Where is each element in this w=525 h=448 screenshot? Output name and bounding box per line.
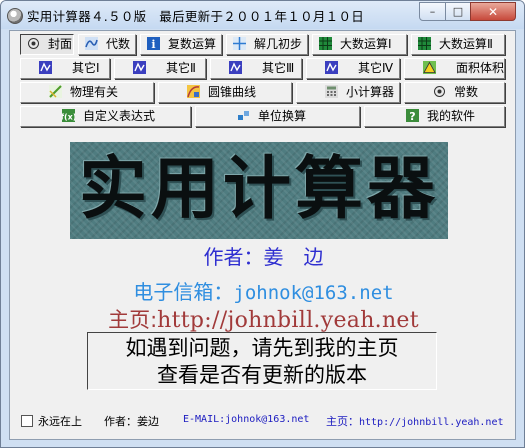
client-area: 封面 代数 i 复数运算 解几初步 大数运算Ⅰ 大数运算Ⅱ 其它Ⅰ 其它Ⅱ 其它Ⅲ 其它Ⅳ 面积体积物… (9, 30, 516, 440)
toolbar-button[interactable]: 大数运算Ⅰ (312, 34, 407, 55)
gear-icon (27, 37, 42, 52)
toolbar-button[interactable]: 小计算器 (296, 82, 400, 103)
email-line: 电子信箱：johnok@163.net (10, 276, 517, 305)
grid-icon (418, 37, 433, 52)
toolbar-button-label: 大数运算Ⅱ (439, 37, 493, 51)
grid-icon (319, 37, 334, 52)
curve-icon (187, 85, 202, 100)
toolbar-button-label: 单位换算 (258, 109, 307, 123)
triangle-icon (423, 61, 438, 76)
toolbar-button[interactable]: 代数 (78, 34, 136, 55)
title-bar[interactable]: 实用计算器４.５０版 最后更新于２００１年１０月１０日 – □ ✕ (1, 1, 524, 29)
fx-icon: f(x) (61, 109, 77, 124)
svg-text:?: ? (409, 110, 415, 122)
footer-homepage[interactable]: 主页：http://johnbill.yeah.net (326, 413, 504, 429)
homepage-url[interactable]: http://johnbill.yeah.net (157, 308, 419, 333)
help-icon: ? (406, 109, 421, 124)
toolbar-button[interactable]: 其它Ⅰ (20, 58, 110, 79)
title-banner: 实用计算器 (70, 142, 448, 239)
email-label: 电子信箱： (133, 280, 234, 304)
author-line: 作者：姜 边 (203, 245, 324, 269)
toolbar-button-label: 大数运算Ⅰ (340, 37, 392, 51)
toolbar-button[interactable]: i 复数运算 (140, 34, 222, 55)
homepage-line: 主页:http://johnbill.yeah.net (10, 304, 517, 334)
calculator-icon (325, 85, 340, 100)
puzzle-icon (133, 61, 148, 76)
axes-icon (233, 37, 248, 52)
physics-icon (49, 85, 64, 100)
svg-text:i: i (151, 38, 155, 50)
cubes-icon (237, 109, 252, 124)
toolbar-button[interactable]: 大数运算Ⅱ (411, 34, 505, 55)
toolbar-button-label: 圆锥曲线 (208, 85, 257, 99)
app-icon[interactable] (7, 8, 23, 24)
toolbar-button[interactable]: 单位换算 (195, 106, 360, 127)
toolbar-button-label: 小计算器 (346, 85, 395, 99)
always-on-top-checkbox[interactable] (21, 415, 33, 427)
toolbar-button-label: 其它Ⅱ (166, 61, 196, 75)
puzzle-icon (325, 61, 340, 76)
toolbar-button-label: 封面 (48, 37, 73, 51)
toolbar-button[interactable]: 其它Ⅲ (210, 58, 302, 79)
maximize-button[interactable]: □ (445, 2, 471, 21)
notice-line-1: 如遇到问题，请先到我的主页 (125, 336, 399, 360)
minimize-button[interactable]: – (419, 2, 446, 21)
toolbar-button-label: 其它Ⅰ (72, 61, 100, 75)
toolbar-button-label: 面积体积 (456, 61, 505, 75)
toolbar-button-label: 代数 (106, 37, 131, 51)
toolbar-button-label: 自定义表达式 (83, 109, 156, 123)
toolbar-button-label: 我的软件 (427, 109, 476, 123)
notice-box: 如遇到问题，请先到我的主页 查看是否有更新的版本 (87, 332, 437, 390)
footer-author: 作者：姜边 (104, 415, 159, 428)
toolbar-button[interactable]: 圆锥曲线 (158, 82, 292, 103)
toolbar-button-label: 常数 (454, 85, 479, 99)
toolbar-button-label: 其它Ⅲ (262, 61, 295, 75)
toolbar-button[interactable]: 常数 (404, 82, 505, 103)
toolbar-button[interactable]: 物理有关 (20, 82, 154, 103)
toolbar-button-label: 解几初步 (254, 37, 303, 51)
toolbar-button[interactable]: f(x) 自定义表达式 (20, 106, 191, 127)
info-icon: i (147, 37, 162, 52)
toolbar-button[interactable]: 面积体积 (404, 58, 505, 79)
toolbar-button[interactable]: 其它Ⅱ (114, 58, 206, 79)
svg-text:f(x): f(x) (62, 113, 75, 122)
toolbar-button[interactable]: ? 我的软件 (364, 106, 505, 127)
function-icon (85, 37, 100, 52)
puzzle-icon (39, 61, 54, 76)
toolbar-button-label: 其它Ⅳ (358, 61, 394, 75)
window-title: 实用计算器４.５０版 最后更新于２００１年１０月１０日 (27, 9, 365, 24)
gear-icon (433, 85, 448, 100)
app-window: 实用计算器４.５０版 最后更新于２００１年１０月１０日 – □ ✕ 封面 代数 i 复… (0, 0, 525, 448)
banner-title: 实用计算器 (78, 150, 439, 229)
status-footer: 永远在上 作者：姜边 E-MAIL:johnok@163.net 主页：http… (10, 411, 517, 433)
footer-email[interactable]: E-MAIL:johnok@163.net (183, 414, 309, 425)
toolbar-button-label: 复数运算 (168, 37, 217, 51)
toolbar-button[interactable]: 解几初步 (226, 34, 308, 55)
email-address[interactable]: johnok@163.net (233, 282, 393, 304)
footer-homepage-url[interactable]: http://johnbill.yeah.net (359, 417, 504, 428)
close-button[interactable]: ✕ (470, 2, 516, 21)
toolbar-button-label: 物理有关 (70, 85, 119, 99)
always-on-top-label[interactable]: 永远在上 (38, 413, 82, 429)
puzzle-icon (229, 61, 244, 76)
homepage-label: 主页: (108, 308, 158, 332)
footer-homepage-label: 主页： (326, 415, 359, 428)
toolbar-button[interactable]: 其它Ⅳ (306, 58, 400, 79)
toolbar-button[interactable]: 封面 (20, 34, 74, 55)
notice-line-2: 查看是否有更新的版本 (157, 363, 367, 387)
